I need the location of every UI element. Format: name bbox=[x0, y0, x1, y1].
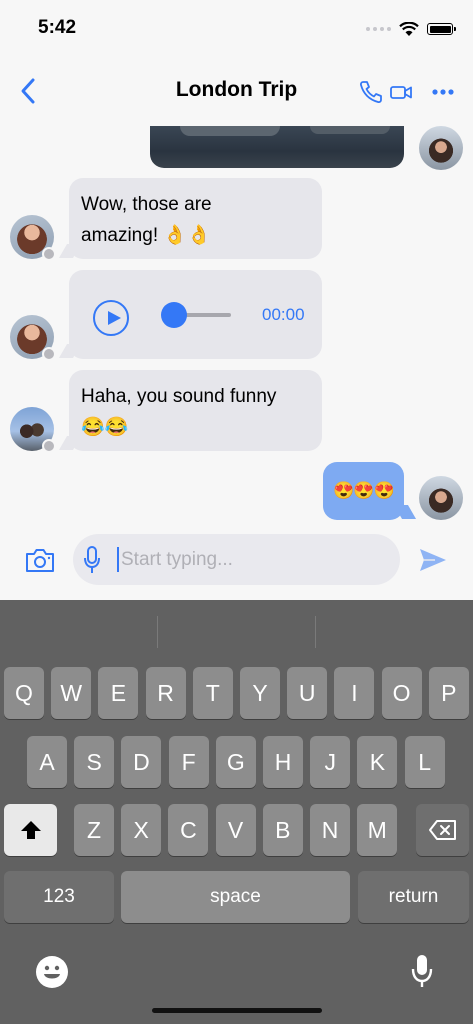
key-h[interactable]: H bbox=[263, 736, 303, 788]
photo-message[interactable] bbox=[150, 126, 404, 168]
key-s[interactable]: S bbox=[74, 736, 115, 788]
key-i[interactable]: I bbox=[334, 667, 375, 719]
microphone-icon[interactable] bbox=[83, 545, 101, 575]
presence-indicator bbox=[42, 347, 56, 361]
key-y[interactable]: Y bbox=[240, 667, 280, 719]
key-z[interactable]: Z bbox=[74, 804, 114, 856]
camera-icon[interactable] bbox=[24, 546, 56, 574]
outgoing-message-bubble[interactable]: 😍😍😍 bbox=[323, 462, 404, 520]
suggestion-divider bbox=[315, 616, 316, 648]
shift-key[interactable] bbox=[4, 804, 57, 856]
key-j[interactable]: J bbox=[310, 736, 351, 788]
phone-call-icon[interactable] bbox=[358, 79, 384, 105]
key-c[interactable]: C bbox=[168, 804, 209, 856]
key-q[interactable]: Q bbox=[4, 667, 44, 719]
key-d[interactable]: D bbox=[121, 736, 162, 788]
key-t[interactable]: T bbox=[192, 667, 233, 719]
key-m[interactable]: M bbox=[357, 804, 398, 856]
message-text: Wow, those are bbox=[81, 194, 212, 215]
key-x[interactable]: X bbox=[121, 804, 162, 856]
wifi-icon bbox=[399, 21, 419, 36]
send-icon[interactable] bbox=[417, 546, 449, 574]
status-time: 5:42 bbox=[38, 17, 77, 38]
key-l[interactable]: L bbox=[404, 736, 445, 788]
key-w[interactable]: W bbox=[51, 667, 92, 719]
shift-arrow-icon bbox=[20, 821, 41, 839]
numbers-key[interactable]: 123 bbox=[4, 871, 114, 923]
key-g[interactable]: G bbox=[215, 736, 256, 788]
my-avatar bbox=[419, 126, 463, 170]
key-k[interactable]: K bbox=[357, 736, 398, 788]
message-text: 😍😍😍 bbox=[333, 481, 395, 500]
key-u[interactable]: U bbox=[287, 667, 328, 719]
key-a[interactable]: A bbox=[27, 736, 67, 788]
video-call-icon[interactable] bbox=[389, 80, 413, 104]
backspace-icon bbox=[428, 820, 456, 840]
key-e[interactable]: E bbox=[98, 667, 139, 719]
delete-key[interactable] bbox=[416, 804, 469, 856]
key-n[interactable]: N bbox=[310, 804, 350, 856]
message-text: Haha, you sound funny bbox=[81, 386, 277, 407]
presence-indicator bbox=[42, 247, 56, 261]
key-v[interactable]: V bbox=[215, 804, 256, 856]
audio-duration: 00:00 bbox=[262, 305, 305, 324]
key-r[interactable]: R bbox=[145, 667, 186, 719]
more-options-icon[interactable] bbox=[430, 82, 456, 102]
dictation-microphone-icon[interactable] bbox=[410, 953, 434, 989]
key-p[interactable]: P bbox=[428, 667, 469, 719]
signal-dots-icon bbox=[366, 27, 391, 31]
key-f[interactable]: F bbox=[168, 736, 209, 788]
emoji-keyboard-icon[interactable] bbox=[35, 955, 69, 989]
key-o[interactable]: O bbox=[381, 667, 422, 719]
space-key[interactable]: space bbox=[121, 871, 350, 923]
my-avatar bbox=[419, 476, 463, 520]
message-text: 😂😂 bbox=[81, 417, 129, 438]
incoming-message-bubble[interactable]: Haha, you sound funny 😂😂 bbox=[69, 370, 322, 451]
battery-icon bbox=[427, 23, 456, 35]
suggestion-divider bbox=[157, 616, 158, 648]
presence-indicator bbox=[42, 439, 56, 453]
audio-scrubber-knob[interactable] bbox=[161, 302, 187, 328]
return-key[interactable]: return bbox=[358, 871, 469, 923]
message-text: amazing! 👌👌 bbox=[81, 225, 211, 246]
text-cursor bbox=[117, 547, 119, 572]
home-indicator bbox=[152, 1008, 322, 1013]
message-input-placeholder: Start typing... bbox=[121, 549, 233, 570]
key-b[interactable]: B bbox=[262, 804, 303, 856]
incoming-message-bubble[interactable]: Wow, those are amazing! 👌👌 bbox=[69, 178, 322, 259]
status-icons bbox=[366, 20, 456, 38]
play-icon[interactable] bbox=[93, 300, 129, 336]
